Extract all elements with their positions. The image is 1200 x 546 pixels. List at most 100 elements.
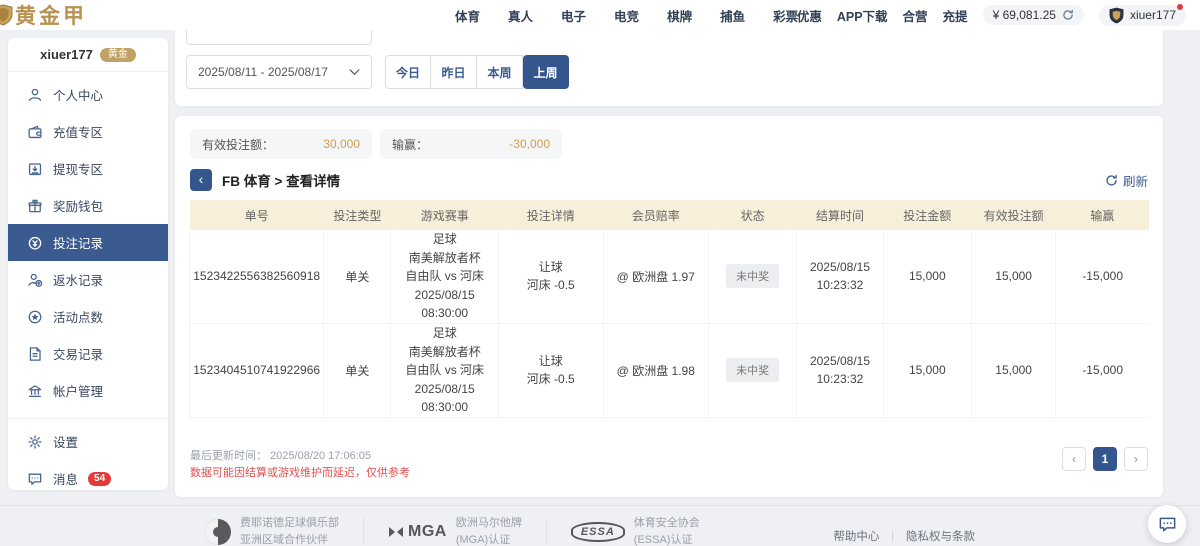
live-chat-button[interactable] bbox=[1148, 505, 1186, 543]
cell-status: 未中奖 bbox=[709, 323, 797, 417]
balance-amount: ¥ 69,081.25 bbox=[993, 8, 1056, 22]
partner-desc: 亚洲区域合作伙伴 bbox=[240, 532, 339, 546]
partner-essa: ESSA 体育安全协会 (ESSA)认证 bbox=[571, 515, 700, 546]
sidebar-user: xiuer177 黄金 bbox=[8, 38, 168, 62]
refresh-label: 刷新 bbox=[1123, 171, 1148, 190]
nav-esports[interactable]: 电竞 bbox=[614, 6, 639, 25]
cell-valid-amount: 15,000 bbox=[971, 323, 1055, 417]
refresh-button[interactable]: 刷新 bbox=[1105, 171, 1148, 190]
filter-today-button[interactable]: 今日 bbox=[385, 55, 431, 89]
nav-cards[interactable]: 棋牌 bbox=[667, 6, 692, 25]
sidebar-divider bbox=[8, 418, 168, 419]
next-page-button[interactable]: › bbox=[1124, 447, 1148, 471]
cell-status: 未中奖 bbox=[709, 230, 797, 323]
sidebar-item-reward-wallet[interactable]: 奖励钱包 bbox=[8, 187, 168, 224]
prev-page-button[interactable]: ‹ bbox=[1062, 447, 1086, 471]
sidebar-item-account-management[interactable]: 帐户管理 bbox=[8, 372, 168, 409]
chat-icon bbox=[1158, 515, 1177, 534]
sidebar-item-rebate-records[interactable]: 返水记录 bbox=[8, 261, 168, 298]
filter-this-week-button[interactable]: 本周 bbox=[477, 55, 523, 89]
cell-winloss: -15,000 bbox=[1056, 323, 1149, 417]
sidebar-item-label: 投注记录 bbox=[53, 233, 103, 252]
match-time: 2025/08/15 08:30:00 bbox=[391, 380, 497, 417]
link-promotions[interactable]: 优惠 bbox=[797, 6, 822, 25]
cell-settle-time: 2025/08/15 10:23:32 bbox=[797, 323, 883, 417]
sidebar-item-label: 交易记录 bbox=[53, 344, 103, 363]
cell-detail: 让球 河床 -0.5 bbox=[498, 323, 603, 417]
balance-pill[interactable]: ¥ 69,081.25 bbox=[983, 5, 1084, 25]
cell-odds: @ 欧洲盘 1.97 bbox=[603, 230, 709, 323]
cell-bet-type: 单关 bbox=[324, 323, 391, 417]
header-username: xiuer177 bbox=[1130, 8, 1176, 22]
platform-select-cropped[interactable] bbox=[186, 30, 372, 45]
partner-name: 欧洲马尔他牌 bbox=[456, 515, 522, 532]
filter-yesterday-button[interactable]: 昨日 bbox=[431, 55, 477, 89]
cell-settle-time: 2025/08/15 10:23:32 bbox=[797, 230, 883, 323]
filter-last-week-button[interactable]: 上周 bbox=[523, 55, 569, 89]
sidebar-item-activity-points[interactable]: 活动点数 bbox=[8, 298, 168, 335]
partner-desc: (MGA)认证 bbox=[456, 532, 522, 546]
cell-order-no: 1523404510741922966 bbox=[190, 323, 324, 417]
sidebar-item-withdraw[interactable]: 提现专区 bbox=[8, 150, 168, 187]
sidebar-item-label: 个人中心 bbox=[53, 85, 103, 104]
date-range-value: 2025/08/11 - 2025/08/17 bbox=[198, 65, 328, 79]
page-1-button[interactable]: 1 bbox=[1093, 447, 1117, 471]
sidebar-divider bbox=[8, 71, 168, 72]
detail-market: 让球 bbox=[499, 352, 603, 371]
cell-winloss: -15,000 bbox=[1056, 230, 1149, 323]
valid-bet-label: 有效投注额： bbox=[202, 136, 274, 153]
settle-clock: 10:23:32 bbox=[797, 370, 882, 389]
section-header: ‹ FB 体育 > 查看详情 刷新 bbox=[190, 169, 1148, 191]
message-count-badge: 54 bbox=[88, 472, 111, 486]
refresh-balance-icon[interactable] bbox=[1062, 9, 1074, 21]
sidebar-username: xiuer177 bbox=[40, 47, 93, 62]
privacy-terms-link[interactable]: 隐私权与条款 bbox=[906, 528, 975, 544]
sidebar-item-messages[interactable]: 消息 54 bbox=[8, 460, 168, 490]
user-menu[interactable]: xiuer177 bbox=[1099, 5, 1186, 26]
bet-records-card: 有效投注额： 30,000 输赢： -30,000 ‹ FB 体育 > 查看详情… bbox=[175, 116, 1163, 497]
table-row: 1523422556382560918 单关 足球 南美解放者杯 自由队 vs … bbox=[190, 230, 1150, 323]
essa-logo-icon: ESSA bbox=[571, 522, 625, 542]
partner-feyenoord: 费耶诺德足球俱乐部 亚洲区域合作伙伴 bbox=[205, 515, 339, 546]
sidebar-item-personal-center[interactable]: 个人中心 bbox=[8, 76, 168, 113]
nav-slots[interactable]: 电子 bbox=[561, 6, 586, 25]
sidebar-item-deposit[interactable]: 充值专区 bbox=[8, 113, 168, 150]
detail-market: 让球 bbox=[499, 258, 603, 277]
table-header-row: 单号 投注类型 游戏赛事 投注详情 会员赔率 状态 结算时间 投注金额 有效投注… bbox=[190, 200, 1150, 230]
sidebar-item-transaction-records[interactable]: 交易记录 bbox=[8, 335, 168, 372]
section-title: FB 体育 > 查看详情 bbox=[222, 170, 340, 190]
filter-card: 2025/08/11 - 2025/08/17 今日 昨日 本周 上周 bbox=[175, 30, 1163, 106]
col-status: 状态 bbox=[709, 200, 797, 230]
link-app-download[interactable]: APP下载 bbox=[837, 6, 888, 25]
link-deposit-withdraw[interactable]: 充提 bbox=[943, 6, 968, 25]
partner-logos: 费耶诺德足球俱乐部 亚洲区域合作伙伴 MGA 欧洲马尔他牌 (MGA)认证 ES… bbox=[205, 515, 700, 546]
winloss-value: -30,000 bbox=[509, 137, 550, 151]
help-center-link[interactable]: 帮助中心 bbox=[833, 528, 879, 544]
footer-link-separator: | bbox=[891, 531, 894, 542]
winloss-label: 输赢： bbox=[392, 136, 428, 153]
page-footer: 费耶诺德足球俱乐部 亚洲区域合作伙伴 MGA 欧洲马尔他牌 (MGA)认证 ES… bbox=[0, 505, 1200, 546]
footer-divider bbox=[546, 518, 547, 544]
sidebar-item-bet-records[interactable]: 投注记录 bbox=[8, 224, 168, 261]
feyenoord-logo-icon bbox=[205, 519, 231, 545]
date-range-select[interactable]: 2025/08/11 - 2025/08/17 bbox=[186, 55, 372, 89]
sidebar-item-settings[interactable]: 设置 bbox=[8, 423, 168, 460]
match-sport: 足球 bbox=[391, 324, 497, 343]
site-logo[interactable]: 黄金甲 bbox=[0, 0, 87, 30]
nav-live[interactable]: 真人 bbox=[508, 6, 533, 25]
nav-sports[interactable]: 体育 bbox=[455, 6, 480, 25]
chevron-down-icon bbox=[349, 69, 360, 76]
settle-date: 2025/08/15 bbox=[797, 352, 882, 371]
nav-lottery[interactable]: 彩票 bbox=[773, 6, 798, 25]
quick-date-filter: 今日 昨日 本周 上周 bbox=[385, 55, 569, 89]
gear-icon bbox=[27, 434, 43, 450]
shield-logo-icon bbox=[0, 4, 13, 26]
match-sport: 足球 bbox=[391, 230, 497, 249]
back-button[interactable]: ‹ bbox=[190, 169, 212, 191]
col-bet-type: 投注类型 bbox=[324, 200, 391, 230]
nav-fishing[interactable]: 捕鱼 bbox=[720, 6, 745, 25]
settle-date: 2025/08/15 bbox=[797, 258, 882, 277]
star-circle-icon bbox=[27, 309, 43, 325]
col-odds: 会员赔率 bbox=[603, 200, 709, 230]
link-partnership[interactable]: 合营 bbox=[903, 6, 928, 25]
